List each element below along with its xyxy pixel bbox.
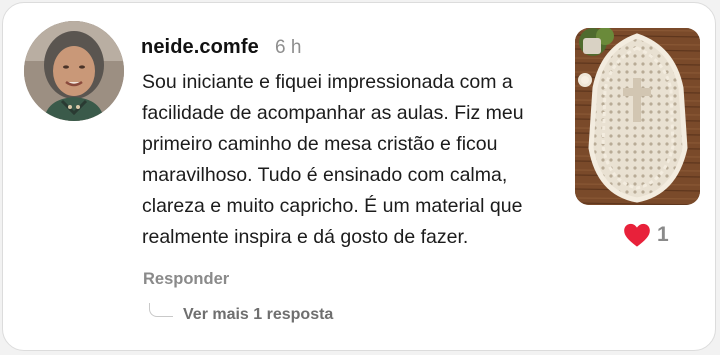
comment-card: neide.comfe 6 h Sou iniciante e fiquei i…	[2, 2, 716, 351]
view-more-replies-link[interactable]: Ver mais 1 resposta	[183, 306, 333, 324]
like-button[interactable]: 1	[623, 222, 669, 248]
comment-line: primeiro caminho de mesa cristão e ficou	[142, 133, 498, 155]
comment-line: realmente inspira e dá gosto de fazer.	[142, 226, 469, 248]
comment-timestamp: 6 h	[275, 37, 302, 58]
comment-text: Sou iniciante e fiquei impressionada com…	[142, 67, 562, 253]
comment-line: facilidade de acompanhar as aulas. Fiz m…	[142, 102, 524, 124]
comment-line: clareza e muito capricho. É um material …	[142, 195, 523, 217]
post-thumbnail[interactable]	[575, 28, 700, 205]
heart-icon	[624, 223, 650, 247]
username[interactable]: neide.comfe	[141, 36, 259, 59]
reply-button[interactable]: Responder	[143, 270, 229, 289]
comment-line: Sou iniciante e fiquei impressionada com…	[142, 71, 513, 93]
comment-line: maravilhoso. Tudo é ensinado com calma,	[142, 164, 508, 186]
thread-connector-line	[149, 303, 173, 317]
like-count: 1	[657, 223, 669, 246]
avatar[interactable]	[24, 21, 124, 121]
